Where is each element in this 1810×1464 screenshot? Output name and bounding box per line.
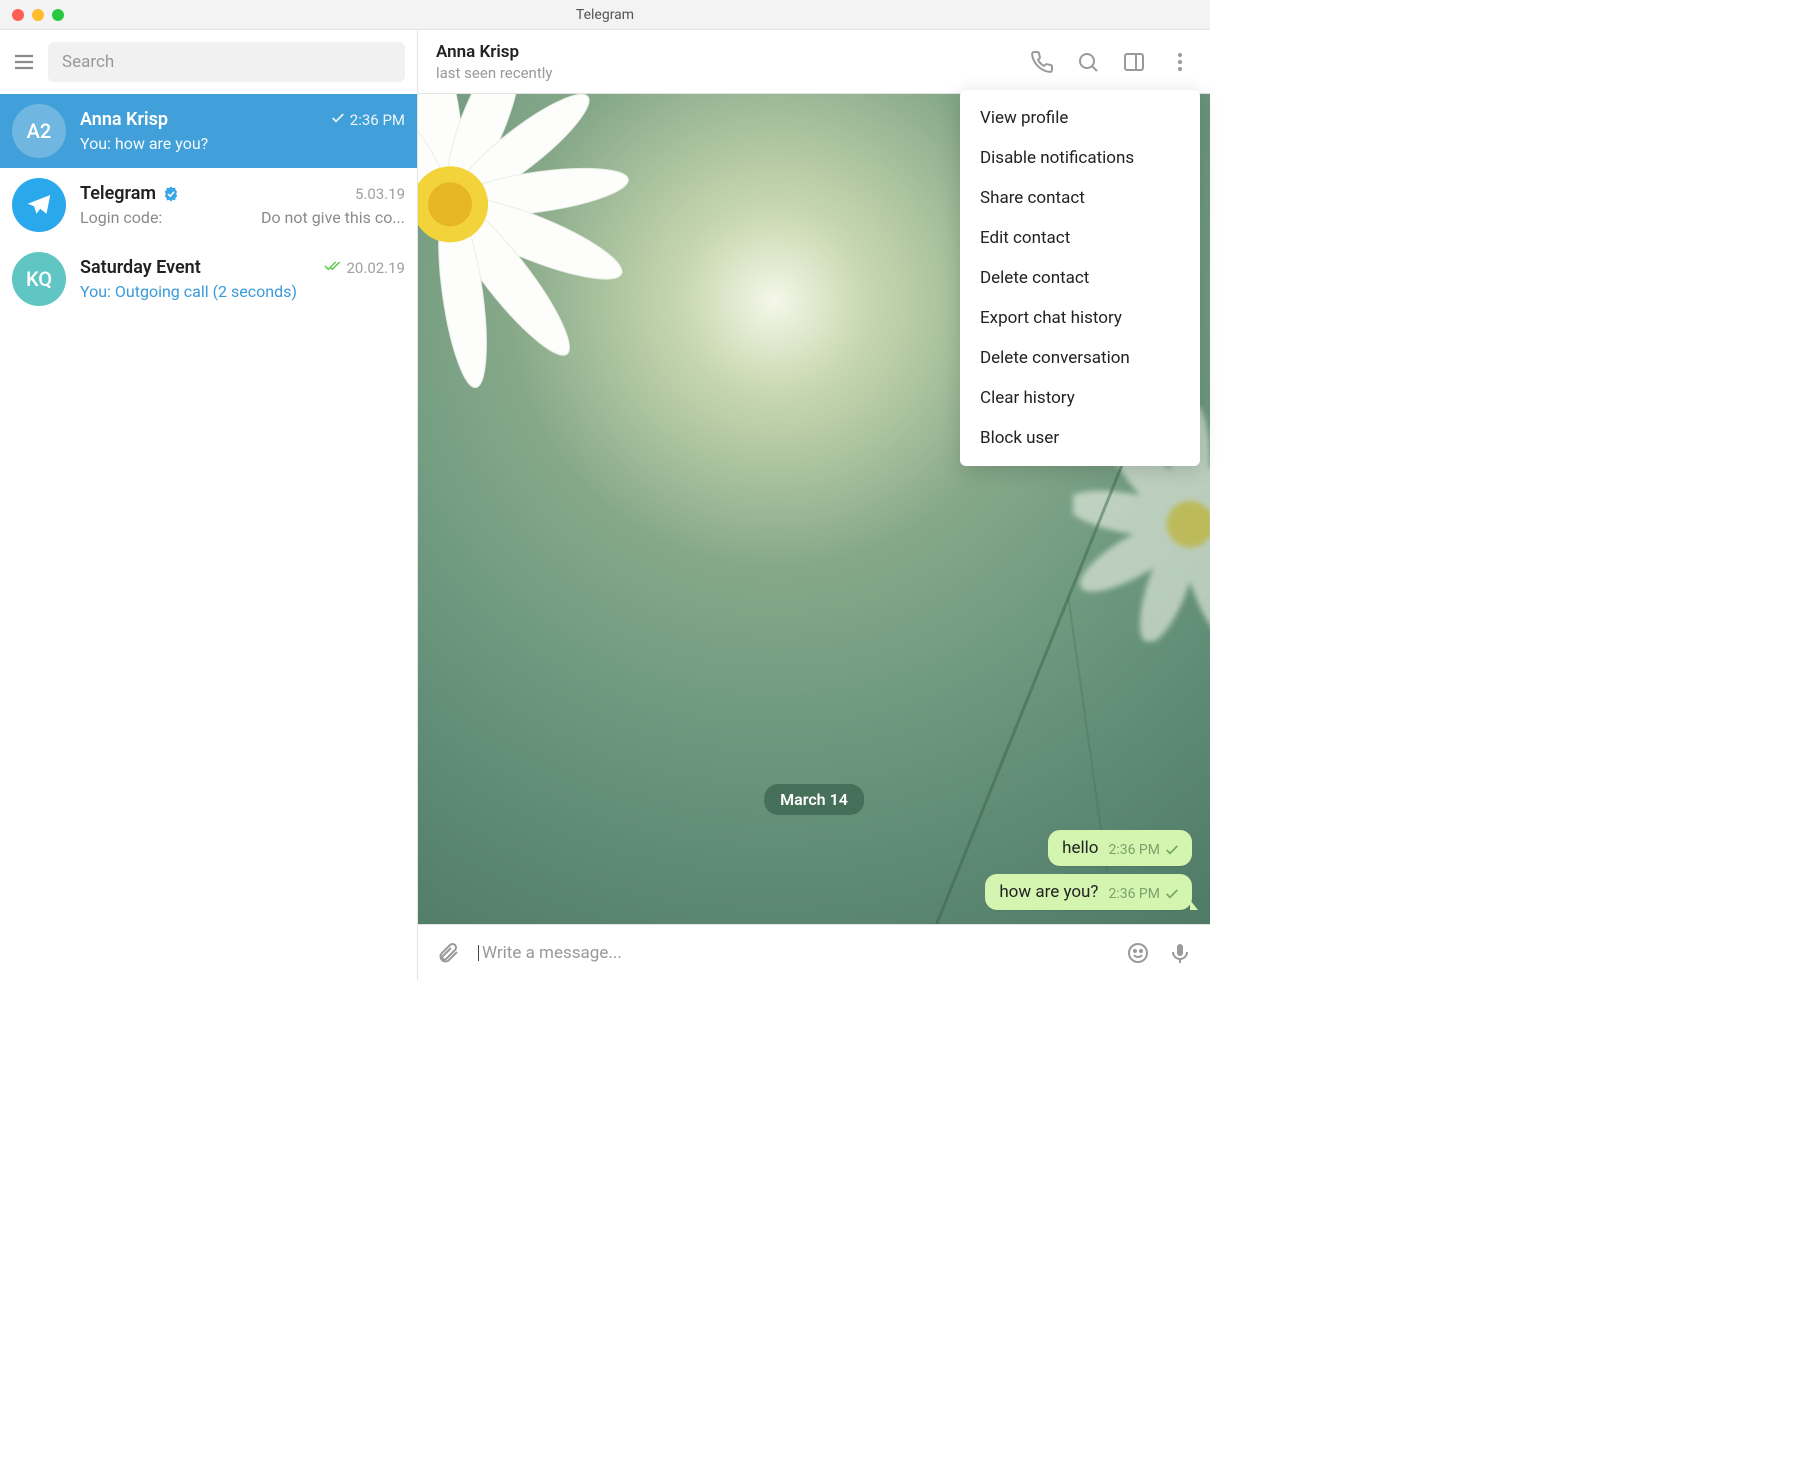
check-icon (330, 110, 346, 130)
date-separator: March 14 (764, 784, 864, 815)
message-bubble[interactable]: hello 2:36 PM (1048, 830, 1192, 866)
chat-header-info[interactable]: Anna Krisp last seen recently (436, 42, 1018, 82)
search-input[interactable]: Search (48, 42, 405, 82)
chat-list: A2 Anna Krisp 2:36 PM You: how are you? (0, 94, 417, 980)
message-time: 2:36 PM (1108, 842, 1180, 858)
chat-name: Anna Krisp (80, 109, 168, 130)
menu-item-delete-contact[interactable]: Delete contact (960, 258, 1200, 298)
toggle-sidepanel-button[interactable] (1122, 50, 1146, 74)
menu-item-block-user[interactable]: Block user (960, 418, 1200, 458)
avatar: A2 (12, 104, 66, 158)
call-button[interactable] (1030, 50, 1054, 74)
more-options-button[interactable] (1168, 50, 1192, 74)
chat-time: 20.02.19 (323, 258, 406, 278)
window-titlebar: Telegram (0, 0, 1210, 30)
search-in-chat-button[interactable] (1076, 50, 1100, 74)
message-time: 2:36 PM (1108, 886, 1180, 902)
decorative-flower (418, 94, 703, 467)
attach-button[interactable] (436, 941, 460, 965)
message-text: hello (1062, 838, 1098, 858)
menu-item-clear-history[interactable]: Clear history (960, 378, 1200, 418)
chat-item-anna-krisp[interactable]: A2 Anna Krisp 2:36 PM You: how are you? (0, 94, 417, 168)
check-icon (1164, 842, 1180, 858)
microphone-icon (1168, 941, 1192, 965)
verified-badge-icon (162, 185, 180, 203)
double-check-icon (323, 258, 343, 278)
telegram-icon (24, 190, 54, 220)
avatar: KQ (12, 252, 66, 306)
message-bubble[interactable]: how are you? 2:36 PM (985, 874, 1192, 910)
chat-time: 5.03.19 (355, 185, 405, 203)
chat-item-body: Saturday Event 20.02.19 You: Outgoing ca… (80, 257, 405, 301)
chat-header: Anna Krisp last seen recently (418, 30, 1210, 94)
menu-item-edit-contact[interactable]: Edit contact (960, 218, 1200, 258)
chat-header-status: last seen recently (436, 64, 1018, 82)
emoji-button[interactable] (1126, 941, 1150, 965)
message-text: how are you? (999, 882, 1098, 902)
chat-time: 2:36 PM (330, 110, 405, 130)
search-placeholder: Search (62, 52, 114, 72)
sidebar-top: Search (0, 30, 417, 94)
check-icon (1164, 886, 1180, 902)
message-input[interactable]: Write a message... (478, 943, 1108, 963)
chat-preview: Login code: Do not give this co... (80, 208, 405, 227)
chat-name: Telegram (80, 183, 180, 204)
chat-item-body: Anna Krisp 2:36 PM You: how are you? (80, 109, 405, 153)
chat-item-body: Telegram 5.03.19 Login code: Do not give… (80, 183, 405, 227)
menu-item-delete-conversation[interactable]: Delete conversation (960, 338, 1200, 378)
sidepanel-icon (1122, 50, 1146, 74)
voice-message-button[interactable] (1168, 941, 1192, 965)
more-options-menu: View profile Disable notifications Share… (960, 90, 1200, 466)
header-actions (1030, 50, 1192, 74)
menu-item-share-contact[interactable]: Share contact (960, 178, 1200, 218)
kebab-menu-icon (1168, 50, 1192, 74)
paperclip-icon (436, 941, 460, 965)
menu-item-export-chat-history[interactable]: Export chat history (960, 298, 1200, 338)
avatar (12, 178, 66, 232)
chat-preview: You: how are you? (80, 134, 405, 153)
compose-bar: Write a message... (418, 924, 1210, 980)
chat-header-name: Anna Krisp (436, 42, 1018, 62)
main-panel: Anna Krisp last seen recently Vie (418, 30, 1210, 980)
window-title: Telegram (0, 7, 1210, 23)
message-input-placeholder: Write a message... (478, 943, 622, 963)
menu-item-disable-notifications[interactable]: Disable notifications (960, 138, 1200, 178)
menu-button[interactable] (12, 50, 36, 74)
emoji-icon (1126, 941, 1150, 965)
chat-item-telegram[interactable]: Telegram 5.03.19 Login code: Do not give… (0, 168, 417, 242)
chat-name: Saturday Event (80, 257, 201, 278)
message-list: hello 2:36 PM how are you? 2:36 PM (985, 830, 1192, 910)
phone-icon (1030, 50, 1054, 74)
menu-item-view-profile[interactable]: View profile (960, 98, 1200, 138)
chat-item-saturday-event[interactable]: KQ Saturday Event 20.02.19 (0, 242, 417, 316)
sidebar: Search A2 Anna Krisp 2:36 PM (0, 30, 418, 980)
search-icon (1076, 50, 1100, 74)
chat-preview: You: Outgoing call (2 seconds) (80, 282, 405, 301)
